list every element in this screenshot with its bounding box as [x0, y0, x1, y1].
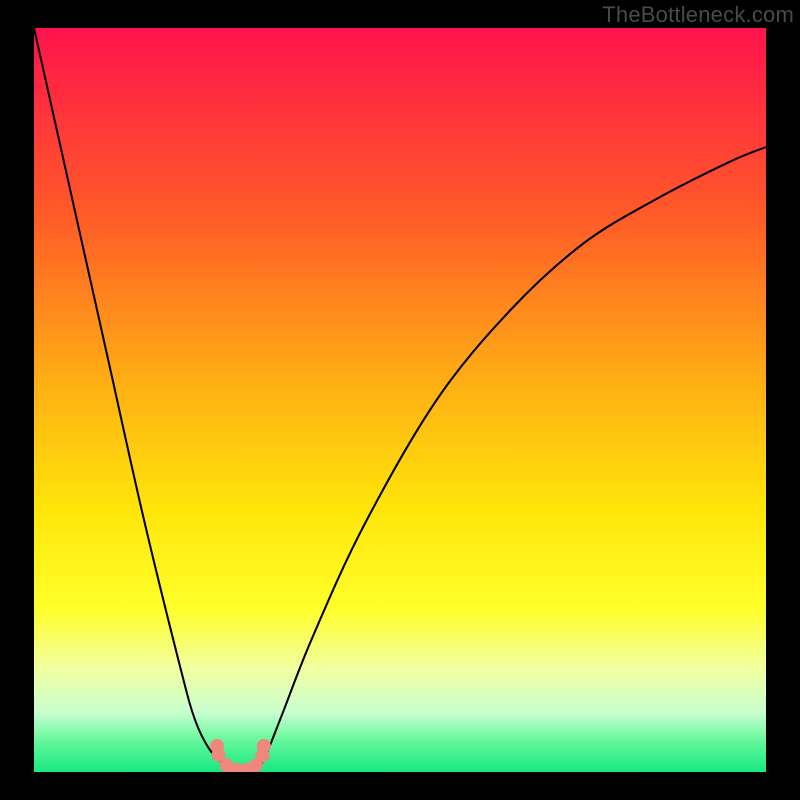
- plot-area: [34, 28, 766, 772]
- curve-layer: [34, 28, 766, 772]
- chart-frame: TheBottleneck.com: [0, 0, 800, 800]
- marker-dot: [257, 739, 271, 753]
- bottleneck-curve: [34, 28, 766, 772]
- sweet-spot-dots: [210, 739, 271, 772]
- watermark-text: TheBottleneck.com: [602, 2, 794, 28]
